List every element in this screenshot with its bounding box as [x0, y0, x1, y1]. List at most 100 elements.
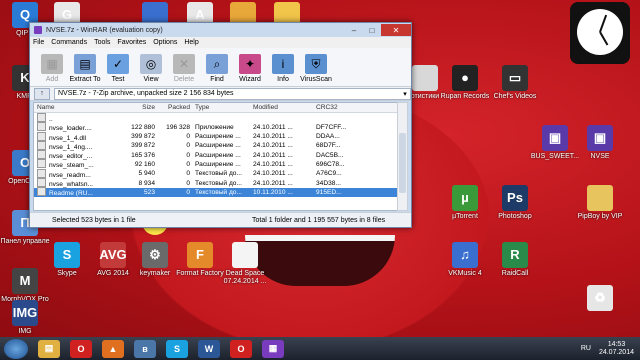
table-row[interactable]: .. [34, 112, 397, 123]
test-icon: ✓ [107, 54, 129, 74]
toolbar-label: Delete [173, 76, 195, 83]
taskbar-skype-icon[interactable]: S [166, 339, 188, 358]
menu-bar: File Commands Tools Favorites Options He… [30, 37, 411, 48]
desktop-icon-keymaker[interactable]: ⚙ keymaker [130, 242, 180, 278]
scrollbar-thumb[interactable] [399, 133, 406, 193]
toolbar: ▦ Add ▤ Extract To ✓ Test ◎ View ✕ Delete ⌕ Find ✦ Wi… [30, 48, 411, 87]
table-row[interactable]: nvse_readm... 5 940 0 Текстовый до... 24.10.… [34, 168, 397, 179]
taskbar-opera-icon[interactable]: O [70, 339, 92, 358]
desktop-icon-deadspace[interactable]: Dead Space 07.24.2014 ... [220, 242, 270, 286]
desktop-icon-nvse[interactable]: ▣ NVSE [575, 125, 625, 161]
desktop-icon-raidcall[interactable]: R RaidCall [490, 242, 540, 278]
cell-modified: 10.11.2010 ... [253, 188, 293, 196]
maximize-button[interactable]: □ [363, 24, 381, 36]
table-row[interactable]: Readme (RU... 523 0 Текстовый до... 10.11.20… [34, 187, 397, 197]
menu-help[interactable]: Help [184, 39, 198, 46]
desktop-icon-bussweet[interactable]: ▣ BUS_SWEET... [530, 125, 580, 161]
desktop-icon-chefsvideos[interactable]: ▭ Chef's Videos [490, 65, 540, 101]
address-text: NVSE.7z - 7-Zip archive, unpacked size 2… [58, 90, 234, 97]
clock-face-icon [577, 9, 623, 55]
cell-size: 122 880 [131, 123, 155, 131]
desktop-icon-rupan[interactable]: ● Rupan Records [440, 65, 490, 101]
start-button[interactable] [4, 338, 28, 359]
desktop-icon-pipboy[interactable]: PipBoy by VIP [575, 185, 625, 221]
taskbar-winrar-icon[interactable]: ▦ [262, 339, 284, 358]
language-indicator[interactable]: RU [581, 345, 591, 352]
toolbar-label: VirusScan [300, 76, 332, 83]
menu-commands[interactable]: Commands [51, 39, 87, 46]
table-row[interactable]: nvse_1_4ng.... 399 872 0 Расширение ... 24.1… [34, 140, 397, 151]
menu-file[interactable]: File [33, 39, 44, 46]
cell-modified: 24.10.2011 ... [253, 133, 293, 141]
desktop-icon-skype[interactable]: S Skype [42, 242, 92, 278]
info-icon: i [272, 54, 294, 74]
taskbar-word-icon[interactable]: W [198, 339, 220, 358]
desktop-icon-label: Photoshop [498, 213, 532, 220]
desktop-icon-formatfactory[interactable]: F Format Factory [175, 242, 225, 278]
toolbar-info-button[interactable]: i Info [267, 54, 299, 86]
desktop-icon-img[interactable]: IMG IMG [0, 300, 50, 336]
taskbar-clock[interactable]: 14:53 24.07.2014 [599, 341, 634, 357]
cell-packed: 0 [186, 151, 190, 159]
column-size[interactable]: Size [115, 104, 158, 111]
close-button[interactable]: ✕ [381, 24, 411, 36]
toolbar-wizard-button[interactable]: ✦ Wizard [234, 54, 266, 86]
title-bar[interactable]: NVSE.7z - WinRAR (evaluation copy) – □ ✕ [30, 23, 411, 37]
toolbar-extract-to-button[interactable]: ▤ Extract To [69, 54, 101, 86]
desktop-icon-utorrent[interactable]: µ µTorrent [440, 185, 490, 221]
clock-gadget[interactable] [570, 2, 630, 64]
desktop-icon-photoshop[interactable]: Ps Photoshop [490, 185, 540, 221]
menu-favorites[interactable]: Favorites [117, 39, 146, 46]
taskbar-explorer-icon[interactable]: ▤ [38, 339, 60, 358]
cell-modified: 24.10.2011 ... [253, 160, 293, 168]
file-icon [37, 150, 46, 160]
address-bar: ↑ NVSE.7z - 7-Zip archive, unpacked size… [30, 87, 411, 101]
column-modified[interactable]: Modified [250, 104, 313, 111]
toolbar-view-button[interactable]: ◎ View [135, 54, 167, 86]
column-packed[interactable]: Packed [158, 104, 195, 111]
cell-size: 165 376 [131, 151, 155, 159]
taskbar-aimp-icon[interactable]: ▲ [102, 339, 124, 358]
taskbar: ▤ O ▲ в S W O ▦ RU 14:53 24.07.2014 [0, 337, 640, 360]
column-name[interactable]: Name [34, 104, 115, 111]
table-row[interactable]: nvse_1_4.dll 399 872 0 Расширение ... 24.10.… [34, 131, 397, 142]
cell-size: 523 [143, 188, 155, 196]
bussweet-icon: ▣ [542, 125, 568, 151]
taskbar-vk-icon[interactable]: в [134, 339, 156, 358]
address-field[interactable]: NVSE.7z - 7-Zip archive, unpacked size 2… [54, 87, 411, 100]
desktop-icon-label: Chef's Videos [493, 93, 537, 100]
file-name: Readme (RU... [49, 190, 93, 198]
toolbar-label: Extract To [69, 76, 101, 83]
desktop-icon-vkmusic[interactable]: ♫ VKMusic 4 [440, 242, 490, 278]
cell-name: Readme (RU... [34, 187, 115, 197]
menu-tools[interactable]: Tools [94, 39, 110, 46]
toolbar-label: Wizard [239, 76, 261, 83]
cell-type: Расширение ... [195, 160, 241, 168]
column-crc32[interactable]: CRC32 [313, 104, 356, 111]
up-folder-button[interactable]: ↑ [34, 87, 50, 100]
taskbar-opera2-icon[interactable]: O [230, 339, 252, 358]
chevron-down-icon[interactable]: ▾ [400, 90, 410, 98]
cell-size: 5 940 [138, 170, 155, 178]
raidcall-icon: R [502, 242, 528, 268]
virusscan-icon: ⛨ [305, 54, 327, 74]
toolbar-virusscan-button[interactable]: ⛨ VirusScan [300, 54, 332, 86]
vertical-scrollbar[interactable] [397, 102, 408, 211]
table-row[interactable]: nvse_steam_... 92 160 0 Расширение ... 24.10… [34, 159, 397, 169]
column-type[interactable]: Type [195, 104, 250, 111]
toolbar-test-button[interactable]: ✓ Test [102, 54, 134, 86]
table-row[interactable]: nvse_loader.... 122 880 196 328 Приложение 2… [34, 122, 397, 132]
extract-to-icon: ▤ [74, 54, 96, 74]
toolbar-label: Test [111, 76, 125, 83]
cell-packed: 0 [186, 170, 190, 178]
cell-type: Текстовый до... [195, 170, 242, 178]
toolbar-find-button[interactable]: ⌕ Find [201, 54, 233, 86]
desktop-icon-recyclebin[interactable]: ♻ [575, 285, 625, 313]
table-row[interactable]: nvse_whatsn... 8 934 0 Текстовый до... 24.10… [34, 178, 397, 188]
menu-options[interactable]: Options [153, 39, 177, 46]
file-list[interactable]: Name Size Packed Type Modified CRC32 .. n… [33, 102, 398, 211]
table-row[interactable]: nvse_editor_... 165 376 0 Расширение ... 24.… [34, 150, 397, 160]
winrar-window[interactable]: NVSE.7z - WinRAR (evaluation copy) – □ ✕… [29, 22, 412, 228]
cell-packed: 0 [186, 160, 190, 168]
minimize-button[interactable]: – [345, 24, 363, 36]
